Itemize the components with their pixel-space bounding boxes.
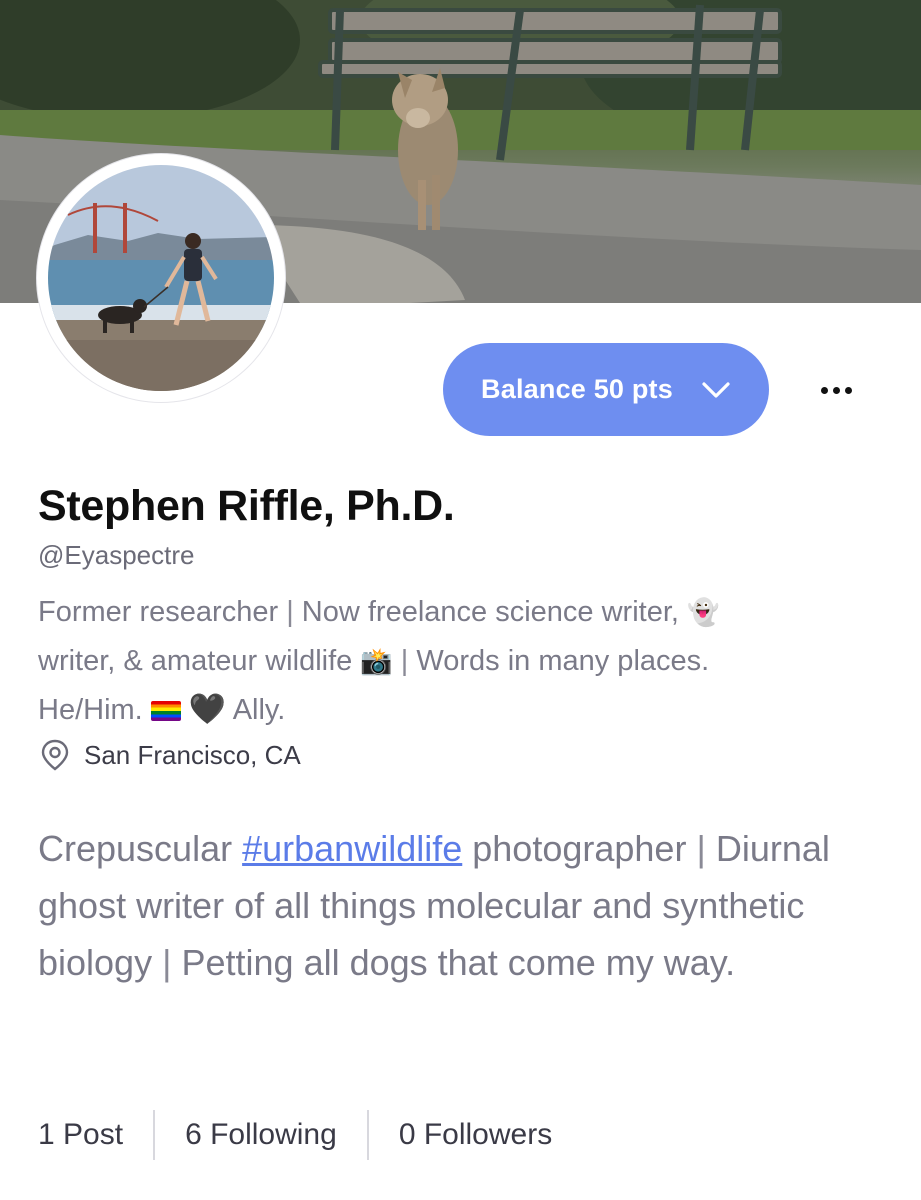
bio-text: Former researcher — [38, 596, 279, 628]
more-options-button[interactable] — [812, 370, 860, 410]
profile-handle: @Eyaspectre — [38, 540, 195, 570]
chevron-down-icon — [702, 381, 730, 398]
profile-location: San Francisco, CA — [38, 738, 301, 772]
hashtag-link[interactable]: #urbanwildlife — [242, 828, 462, 869]
more-dots-icon — [820, 386, 852, 394]
bio-text: writer, & amateur wildlife — [38, 645, 353, 677]
bio-text: He/Him. — [38, 694, 143, 726]
profile-name: Stephen Riffle, Ph.D. — [38, 482, 455, 530]
bio-text: Words in many places. — [416, 645, 710, 677]
ghost-icon: 👻 — [687, 598, 720, 628]
stat-followers[interactable]: 0 Followers — [369, 1118, 582, 1152]
profile-bio: Former researcher | Now freelance scienc… — [38, 596, 720, 726]
location-pin-icon — [41, 739, 69, 771]
balance-button[interactable]: Balance 50 pts — [443, 343, 769, 436]
avatar[interactable] — [37, 154, 285, 402]
profile-stats: 1 Post 6 Following 0 Followers — [38, 1110, 582, 1160]
profile-page: Balance 50 pts Stephen Riffle, Ph.D. @Ey… — [0, 0, 921, 1200]
about-text: Petting all dogs that come my way. — [181, 942, 736, 983]
about-text: Crepuscular — [38, 828, 233, 869]
black-heart-icon: 🖤 — [188, 693, 227, 726]
bio-text: Ally. — [232, 694, 286, 726]
avatar-photo — [48, 165, 274, 391]
profile-about: Crepuscular #urbanwildlife photographer … — [38, 828, 830, 983]
about-text: photographer — [472, 828, 687, 869]
location-text: San Francisco, CA — [84, 739, 301, 770]
balance-label: Balance 50 pts — [481, 374, 673, 404]
bio-text: Now freelance science writer, — [301, 596, 679, 628]
rainbow-flag-icon — [150, 701, 181, 721]
camera-icon: 📸 — [360, 647, 393, 677]
stat-following[interactable]: 6 Following — [155, 1118, 367, 1152]
stat-posts[interactable]: 1 Post — [38, 1118, 153, 1152]
